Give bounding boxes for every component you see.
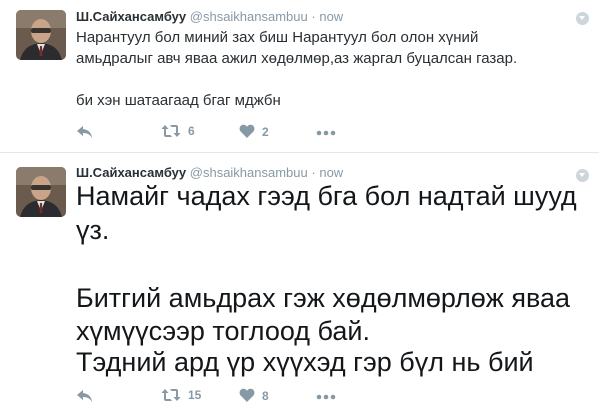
author-handle[interactable]: @shsaikhansambuu xyxy=(190,165,308,180)
separator-dot: · xyxy=(311,165,316,180)
reply-icon xyxy=(77,126,92,138)
tweet-text-line: Тэдний ард үр хүүхэд гэр бүл нь бий xyxy=(76,347,534,377)
tweet-text-line: би хэн шатаагаад бгаг мджбн xyxy=(76,92,281,109)
reply-button[interactable] xyxy=(76,124,94,140)
timestamp[interactable]: now xyxy=(319,9,343,24)
like-count: 8 xyxy=(262,388,269,403)
more-icon xyxy=(316,130,336,136)
retweet-count: 15 xyxy=(188,388,202,402)
heart-icon xyxy=(239,388,255,402)
more-icon xyxy=(316,394,336,400)
tweet-header: Ш.Сайхансамбуу @shsaikhansambuu · now xyxy=(76,9,343,24)
tweet[interactable]: Ш.Сайхансамбуу @shsaikhansambuu · now На… xyxy=(0,153,599,418)
retweet-icon xyxy=(161,125,181,137)
retweet-icon xyxy=(161,389,181,401)
author-handle[interactable]: @shsaikhansambuu xyxy=(190,9,308,24)
tweet-text-line: амьдралыг авч яваа ажил хөдөлмөр,аз жарг… xyxy=(76,50,518,67)
reply-icon xyxy=(77,390,92,402)
tweet[interactable]: Ш.Сайхансамбуу @shsaikhansambuu · now На… xyxy=(0,0,599,153)
like-button[interactable]: 2 xyxy=(239,124,269,139)
chevron-down-icon[interactable] xyxy=(576,169,589,182)
timestamp[interactable]: now xyxy=(319,165,343,180)
tweet-actions: 6 2 xyxy=(76,124,376,144)
tweet-text-line: Намайг чадах гээд бга бол надтай шууд xyxy=(76,181,577,211)
avatar[interactable] xyxy=(16,167,66,217)
retweet-count: 6 xyxy=(188,124,195,138)
more-button[interactable] xyxy=(316,388,336,404)
tweet-text-line: Нарантуул бол миний зах биш Нарантуул бо… xyxy=(76,29,479,46)
chevron-down-icon[interactable] xyxy=(576,12,589,25)
heart-icon xyxy=(239,124,255,138)
retweet-button[interactable]: 15 xyxy=(161,388,201,402)
tweet-header: Ш.Сайхансамбуу @shsaikhansambuu · now xyxy=(76,165,343,180)
more-button[interactable] xyxy=(316,124,336,140)
like-count: 2 xyxy=(262,124,269,139)
author-name[interactable]: Ш.Сайхансамбуу xyxy=(76,165,186,180)
separator-dot: · xyxy=(311,9,316,24)
tweet-text-line: үз. xyxy=(76,215,110,245)
author-name[interactable]: Ш.Сайхансамбуу xyxy=(76,9,186,24)
avatar[interactable] xyxy=(16,10,66,60)
tweet-text-line: Битгий амьдрах гэж хөдөлмөрлөж яваа xyxy=(76,283,571,313)
tweet-text-line: хүмүүсээр тоглоод бай. xyxy=(76,316,370,346)
retweet-button[interactable]: 6 xyxy=(161,124,195,138)
like-button[interactable]: 8 xyxy=(239,388,269,403)
reply-button[interactable] xyxy=(76,388,94,404)
tweet-actions: 15 8 xyxy=(76,388,376,408)
